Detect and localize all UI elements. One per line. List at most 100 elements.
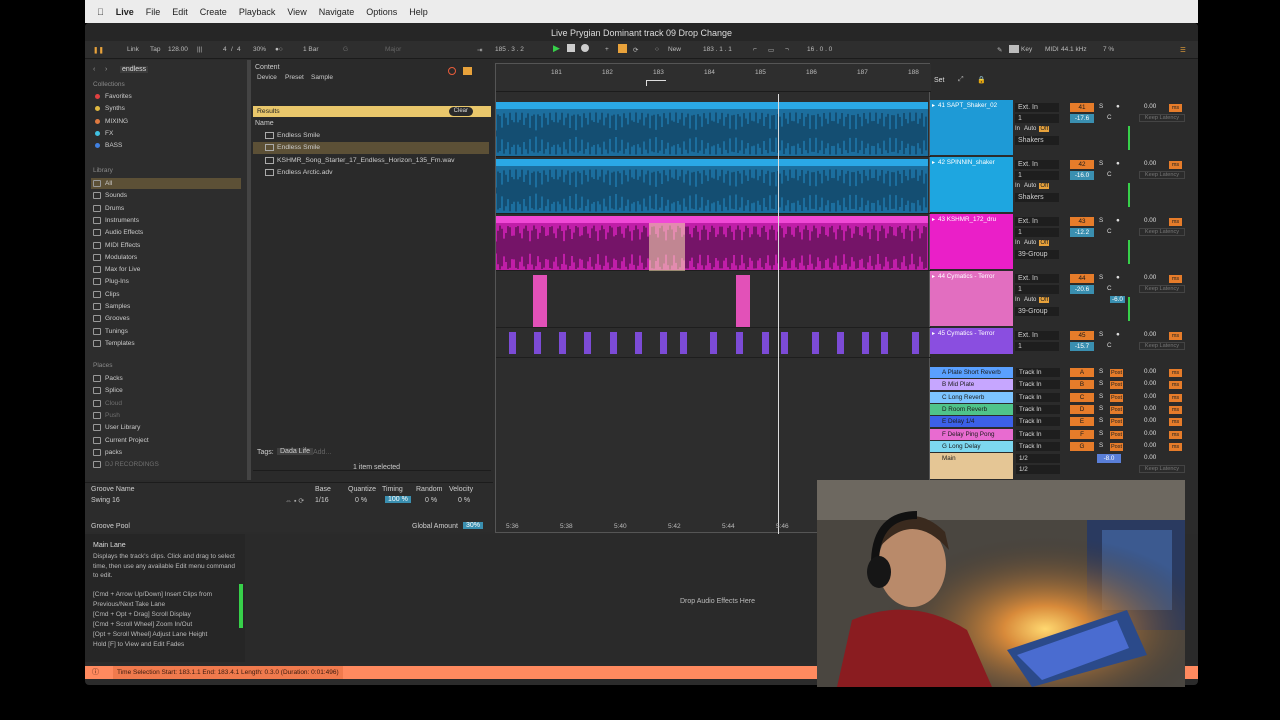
midi-clip[interactable] [660,332,667,354]
solo-button[interactable]: S [1099,417,1103,424]
post-button[interactable]: Post [1110,418,1123,427]
place-item[interactable]: Packs [91,373,241,384]
output-select[interactable]: 39-Group [1015,250,1059,259]
track-header[interactable]: 44 Cymatics - Terror ▸ [930,271,1013,326]
track-header[interactable]: 45 Cymatics - Terror ▸ [930,328,1013,354]
input-type-select[interactable]: Ext. In [1015,217,1059,226]
fold-icon[interactable]: ▸ [932,102,935,109]
return-letter[interactable]: C [1070,392,1094,402]
monitor-auto[interactable]: Auto [1024,297,1036,303]
delay-unit[interactable]: ms [1169,430,1182,439]
library-item-clips[interactable]: Clips [91,289,241,300]
expand-icon[interactable]: ⤢ [958,76,964,84]
fold-icon[interactable]: ▸ [932,330,935,337]
scale-select[interactable]: Major [385,46,401,53]
pan-knob[interactable]: C [1107,171,1112,178]
return-input[interactable]: Track In [1016,392,1060,402]
return-input[interactable]: Track In [1016,380,1060,390]
midi-clip[interactable] [762,332,769,354]
input-type-select[interactable]: Ext. In [1015,160,1059,169]
mute-button[interactable]: S [1099,160,1103,167]
return-letter[interactable]: D [1070,404,1094,414]
library-item-modulators[interactable]: Modulators [91,252,241,263]
monitor-auto[interactable]: Auto [1024,126,1036,132]
return-letter[interactable]: G [1070,441,1094,451]
key-select[interactable]: G [343,46,348,53]
track-name[interactable]: 42 SPINNIN_shaker [938,159,995,166]
overdub-icon[interactable]: + [605,46,609,53]
arm-icon[interactable]: ● [1116,160,1120,167]
library-item-drums[interactable]: Drums [91,203,241,214]
swing-field[interactable]: 30% [253,46,266,53]
main-volume[interactable]: 0.00 [1144,454,1156,461]
filter-device[interactable]: Device [257,74,277,81]
return-name[interactable]: C Long Reverb [942,394,984,401]
tempo-field[interactable]: 128.00 [168,46,188,53]
midi-clip[interactable] [710,332,717,354]
menu-options[interactable]: Options [366,7,397,17]
delay-unit[interactable]: ms [1169,161,1182,169]
monitor-auto[interactable]: Auto [1024,183,1036,189]
post-button[interactable]: Post [1110,442,1123,451]
record-quant-icon[interactable]: ●○ [275,46,283,53]
track-lane[interactable] [496,273,931,328]
stop-button[interactable] [567,44,575,52]
capture-icon[interactable]: ○ [655,46,659,53]
filter-view-icon[interactable] [463,67,472,75]
arm-icon[interactable]: ● [1116,217,1120,224]
mute-button[interactable]: S [1099,274,1103,281]
track-lane[interactable] [495,159,931,214]
audio-clip[interactable] [495,159,928,213]
browser-scrollbar[interactable] [247,60,251,480]
input-channel-select[interactable]: 1 [1015,285,1059,294]
groove-name[interactable]: Swing 16 [91,497,120,504]
return-track[interactable]: B Mid Plate [930,379,1013,391]
audio-clip[interactable] [736,275,750,327]
delay-unit[interactable]: ms [1169,442,1182,451]
punch-out-icon[interactable]: ¬ [785,46,789,53]
monitor-switch[interactable]: In Auto Off [1015,182,1061,191]
input-type-select[interactable]: Ext. In [1015,274,1059,283]
input-channel-select[interactable]: 1 [1015,342,1059,351]
groove-timing[interactable]: 100 % [385,496,411,503]
track-header[interactable]: 41 SAPT_Shaker_02 ▸ [930,100,1013,155]
lock-icon[interactable]: 🔒 [977,76,986,84]
groove-quantize[interactable]: 0 % [355,497,367,504]
place-item[interactable]: DJ RECORDINGS [91,459,241,470]
place-item[interactable]: User Library [91,422,241,433]
groove-base[interactable]: 1/16 [315,497,329,504]
clip-header[interactable] [496,159,928,166]
return-volume[interactable]: 0.00 [1144,368,1156,375]
track-number-box[interactable]: 42 [1070,160,1094,169]
menu-edit[interactable]: Edit [172,7,188,17]
output-select[interactable]: 39-Group [1015,307,1059,316]
midi-clip[interactable] [881,332,888,354]
midi-clip[interactable] [862,332,869,354]
return-input[interactable]: Track In [1016,441,1060,451]
place-item[interactable]: Current Project [91,435,241,446]
library-item-all[interactable]: All [91,178,241,189]
return-input[interactable]: Track In [1016,417,1060,427]
return-letter[interactable]: E [1070,417,1094,427]
arrangement-view[interactable]: 181 182 183 184 185 186 187 188 5:36 5:38 5:40 5:4… [495,63,931,534]
library-item-plug-ins[interactable]: Plug-Ins [91,276,241,287]
midi-clip[interactable] [812,332,819,354]
return-input[interactable]: Track In [1016,404,1060,414]
mute-button[interactable]: S [1099,217,1103,224]
midi-clip[interactable] [610,332,617,354]
return-volume[interactable]: 0.00 [1144,430,1156,437]
return-volume[interactable]: 0.00 [1144,380,1156,387]
add-tag[interactable]: Add... [313,449,331,456]
input-channel-select[interactable]: 1 [1015,171,1059,180]
library-item-tunings[interactable]: Tunings [91,326,241,337]
loop-icon[interactable]: ⟳ [633,46,638,54]
mute-button[interactable]: S [1099,331,1103,338]
main-gain[interactable]: -8.0 [1097,454,1121,463]
track-name[interactable]: 41 SAPT_Shaker_02 [938,102,997,109]
main-output[interactable]: 1/2 [1016,454,1060,463]
menu-help[interactable]: Help [409,7,428,17]
app-menu[interactable]: Live [116,7,134,17]
input-channel-select[interactable]: 1 [1015,114,1059,123]
latency-select[interactable]: Keep Latency [1139,285,1185,293]
return-volume[interactable]: 0.00 [1144,417,1156,424]
